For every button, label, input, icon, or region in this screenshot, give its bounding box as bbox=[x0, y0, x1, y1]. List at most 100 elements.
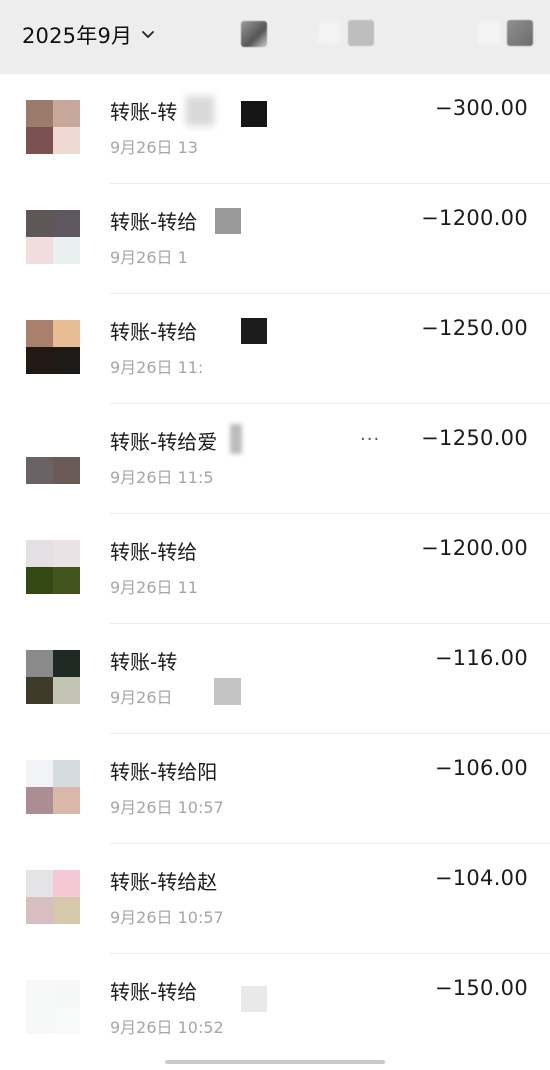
privacy-blur bbox=[230, 424, 242, 454]
more-icon[interactable]: ··· bbox=[360, 429, 380, 450]
transaction-time: 9月26日 10:52 bbox=[110, 1018, 224, 1037]
avatar-tile bbox=[53, 127, 80, 154]
avatar-tile bbox=[53, 540, 80, 567]
avatar-tile bbox=[26, 897, 53, 924]
avatar bbox=[26, 650, 80, 704]
transaction-title: 转账-转 bbox=[110, 100, 178, 124]
avatar-tile bbox=[26, 1007, 53, 1034]
blurred-mask bbox=[478, 22, 500, 44]
transaction-time: 9月26日 11:5 bbox=[110, 468, 214, 487]
avatar-tile bbox=[26, 100, 53, 127]
avatar-tile bbox=[53, 897, 80, 924]
avatar-tile bbox=[53, 320, 80, 347]
privacy-block bbox=[241, 318, 267, 344]
transaction-time: 9月26日 11 bbox=[110, 578, 198, 597]
avatar-tile bbox=[53, 677, 80, 704]
avatar-tile bbox=[26, 237, 53, 264]
transaction-row[interactable]: 转账-转给 9月26日 11: −1250.00 bbox=[0, 294, 550, 404]
transaction-row[interactable]: 转账-转给赵 9月26日 10:57 −104.00 bbox=[0, 844, 550, 954]
month-label: 2025年9月 bbox=[22, 24, 133, 48]
transaction-amount: −300.00 bbox=[434, 96, 528, 120]
transaction-amount: −106.00 bbox=[434, 756, 528, 780]
avatar-tile bbox=[26, 347, 53, 374]
transaction-amount: −150.00 bbox=[434, 976, 528, 1000]
transaction-title: 转账-转给 bbox=[110, 980, 198, 1004]
avatar-tile bbox=[26, 457, 53, 484]
transaction-time: 9月26日 1 bbox=[110, 248, 188, 267]
avatar-tile bbox=[53, 567, 80, 594]
avatar-tile bbox=[53, 100, 80, 127]
privacy-blur bbox=[186, 96, 214, 126]
transaction-time: 9月26日 11: bbox=[110, 358, 204, 377]
avatar-tile bbox=[53, 457, 80, 484]
transaction-title: 转账-转给 bbox=[110, 540, 198, 564]
blurred-icon-3[interactable] bbox=[507, 20, 533, 46]
avatar-tile bbox=[26, 430, 53, 457]
month-picker[interactable]: 2025年9月 bbox=[22, 20, 156, 50]
transaction-row[interactable]: 转账-转给阳 9月26日 10:57 −106.00 bbox=[0, 734, 550, 844]
avatar-tile bbox=[53, 980, 80, 1007]
avatar-tile bbox=[26, 760, 53, 787]
blurred-icon-2[interactable] bbox=[348, 20, 374, 46]
avatar-tile bbox=[26, 650, 53, 677]
avatar-tile bbox=[53, 347, 80, 374]
avatar-tile bbox=[26, 980, 53, 1007]
transaction-title: 转账-转 bbox=[110, 650, 178, 674]
privacy-block bbox=[215, 208, 241, 234]
transaction-list: 转账-转 9月26日 13 −300.00 转账-转给 9月26日 1 −120… bbox=[0, 74, 550, 1064]
avatar bbox=[26, 540, 80, 594]
avatar-tile bbox=[26, 870, 53, 897]
avatar-tile bbox=[26, 787, 53, 814]
transaction-row[interactable]: 转账-转给爱 ··· 9月26日 11:5 −1250.00 bbox=[0, 404, 550, 514]
avatar-tile bbox=[26, 567, 53, 594]
transaction-time: 9月26日 10:57 bbox=[110, 798, 224, 817]
transaction-time: 9月26日 bbox=[110, 688, 173, 707]
transaction-title: 转账-转给 bbox=[110, 320, 198, 344]
avatar-tile bbox=[53, 650, 80, 677]
privacy-block bbox=[214, 678, 241, 705]
transaction-title: 转账-转给赵 bbox=[110, 870, 218, 894]
avatar bbox=[26, 320, 80, 374]
chevron-down-icon bbox=[142, 31, 155, 38]
avatar bbox=[26, 210, 80, 264]
avatar-tile bbox=[53, 787, 80, 814]
avatar-tile bbox=[53, 430, 80, 457]
transaction-time: 9月26日 13 bbox=[110, 138, 198, 157]
avatar-tile bbox=[26, 210, 53, 237]
transaction-title: 转账-转给爱 bbox=[110, 430, 218, 454]
transaction-amount: −1250.00 bbox=[421, 316, 528, 340]
privacy-block bbox=[241, 986, 267, 1012]
avatar bbox=[26, 980, 80, 1034]
avatar bbox=[26, 100, 80, 154]
blurred-mask bbox=[318, 22, 340, 44]
avatar-tile bbox=[53, 870, 80, 897]
transaction-amount: −1200.00 bbox=[421, 206, 528, 230]
avatar-tile bbox=[26, 320, 53, 347]
avatar-tile bbox=[26, 677, 53, 704]
transaction-amount: −116.00 bbox=[434, 646, 528, 670]
app-header: 2025年9月 bbox=[0, 0, 550, 74]
avatar-tile bbox=[26, 540, 53, 567]
transaction-row[interactable]: 转账-转给 9月26日 11 −1200.00 bbox=[0, 514, 550, 624]
transaction-time: 9月26日 10:57 bbox=[110, 908, 224, 927]
privacy-block bbox=[241, 101, 267, 127]
avatar bbox=[26, 870, 80, 924]
avatar-tile bbox=[26, 127, 53, 154]
transaction-title: 转账-转给 bbox=[110, 210, 198, 234]
transaction-row[interactable]: 转账-转给 9月26日 1 −1200.00 bbox=[0, 184, 550, 294]
avatar bbox=[26, 430, 80, 484]
transaction-row[interactable]: 转账-转给 9月26日 10:52 −150.00 bbox=[0, 954, 550, 1064]
transaction-row[interactable]: 转账-转 9月26日 −116.00 bbox=[0, 624, 550, 734]
transaction-title: 转账-转给阳 bbox=[110, 760, 218, 784]
avatar-tile bbox=[53, 210, 80, 237]
avatar-tile bbox=[53, 237, 80, 264]
home-indicator bbox=[165, 1060, 385, 1064]
avatar-tile bbox=[53, 760, 80, 787]
transaction-row[interactable]: 转账-转 9月26日 13 −300.00 bbox=[0, 74, 550, 184]
blurred-icon-1[interactable] bbox=[241, 21, 267, 47]
avatar bbox=[26, 760, 80, 814]
transaction-amount: −104.00 bbox=[434, 866, 528, 890]
transaction-amount: −1200.00 bbox=[421, 536, 528, 560]
avatar-tile bbox=[53, 1007, 80, 1034]
transaction-amount: −1250.00 bbox=[421, 426, 528, 450]
